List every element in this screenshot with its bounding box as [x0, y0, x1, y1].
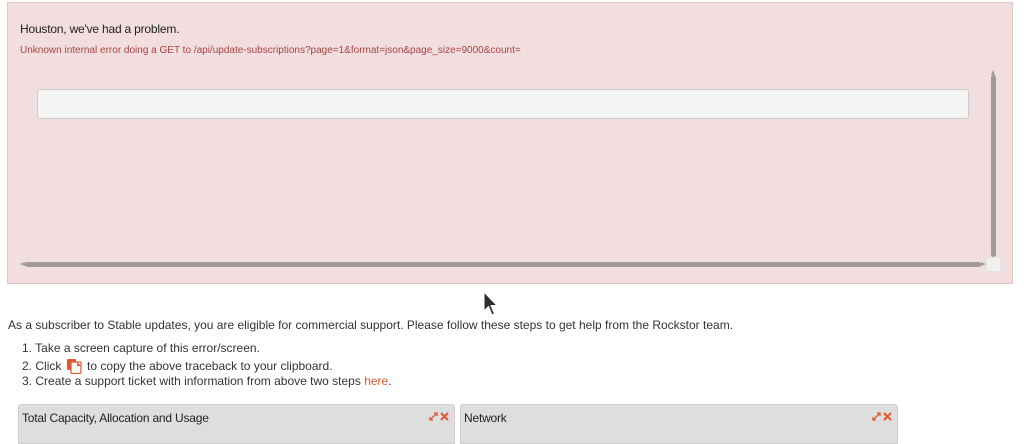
step-number: 1. — [22, 341, 33, 355]
error-title: Houston, we've had a problem. — [20, 22, 180, 36]
widget-network: Network — [460, 404, 898, 444]
step-text: Click — [35, 358, 62, 373]
copy-icon[interactable] — [66, 358, 82, 374]
list-item: 3. Create a support ticket with informat… — [22, 374, 392, 391]
support-ticket-link[interactable]: here — [364, 374, 388, 388]
widget-capacity: Total Capacity, Allocation and Usage — [18, 404, 455, 444]
step-number: 2. — [22, 358, 33, 373]
support-intro: As a subscriber to Stable updates, you a… — [8, 318, 734, 332]
step-text: to copy the above traceback to your clip… — [87, 358, 333, 373]
step-text: Create a support ticket with information… — [35, 374, 361, 388]
expand-icon[interactable] — [872, 408, 881, 421]
widget-title: Network — [464, 411, 507, 425]
step-text: Take a screen capture of this error/scre… — [35, 341, 260, 355]
close-icon[interactable] — [883, 408, 892, 421]
error-detail: Unknown internal error doing a GET to /a… — [20, 45, 521, 56]
vertical-scrollbar[interactable] — [991, 70, 996, 262]
mouse-pointer-icon — [483, 291, 499, 316]
step-punctuation: . — [388, 374, 392, 388]
support-steps: 1. Take a screen capture of this error/s… — [22, 341, 392, 391]
expand-icon[interactable] — [429, 408, 438, 421]
close-icon[interactable] — [440, 408, 449, 421]
list-item: 1. Take a screen capture of this error/s… — [22, 341, 392, 358]
horizontal-scrollbar[interactable] — [20, 262, 986, 267]
resize-handle[interactable] — [986, 257, 1001, 272]
traceback-box[interactable] — [37, 89, 969, 119]
step-number: 3. — [22, 374, 33, 388]
list-item: 2. Click to copy the above traceback to … — [22, 358, 392, 375]
widget-title: Total Capacity, Allocation and Usage — [22, 411, 209, 425]
error-panel: Houston, we've had a problem. Unknown in… — [7, 2, 1013, 284]
